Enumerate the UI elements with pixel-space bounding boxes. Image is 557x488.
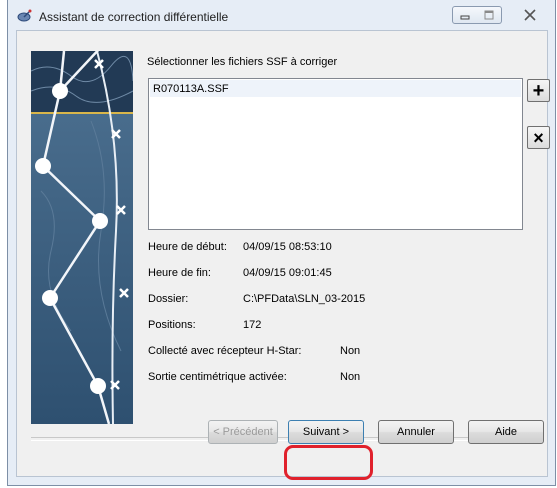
centimeter-output-label: Sortie centimétrique activée: bbox=[148, 371, 287, 383]
minimize-icon bbox=[460, 15, 470, 20]
next-button-highlight bbox=[284, 445, 373, 480]
positions-label: Positions: bbox=[148, 319, 196, 331]
start-time-value: 04/09/15 08:53:10 bbox=[243, 241, 332, 253]
maximize-button[interactable] bbox=[477, 6, 502, 24]
window-title: Assistant de correction différentielle bbox=[39, 10, 229, 24]
next-button[interactable]: Suivant > bbox=[288, 420, 364, 444]
hstar-label: Collecté avec récepteur H-Star: bbox=[148, 345, 302, 357]
hstar-value: Non bbox=[340, 345, 361, 357]
remove-file-button[interactable]: × bbox=[527, 126, 550, 149]
gps-path-illustration bbox=[31, 51, 133, 424]
wizard-body: Sélectionner les fichiers SSF à corriger… bbox=[16, 30, 550, 477]
title-bar[interactable]: Assistant de correction différentielle bbox=[8, 0, 555, 28]
button-separator bbox=[31, 437, 535, 441]
list-item[interactable]: R070113A.SSF bbox=[150, 80, 521, 97]
positions-value: 172 bbox=[243, 319, 262, 331]
cancel-button[interactable]: Annuler bbox=[378, 420, 454, 444]
folder-value: C:\PFData\SLN_03-2015 bbox=[243, 293, 366, 305]
previous-button[interactable]: < Précédent bbox=[208, 420, 278, 444]
start-time-label: Heure de début: bbox=[148, 241, 227, 253]
wizard-window: Assistant de correction différentielle S… bbox=[7, 0, 556, 486]
minimize-button[interactable] bbox=[452, 6, 478, 24]
satellite-dish-icon bbox=[17, 9, 32, 22]
maximize-icon bbox=[484, 10, 494, 20]
folder-label: Dossier: bbox=[148, 293, 189, 305]
add-file-button[interactable]: + bbox=[527, 79, 550, 102]
close-window-button[interactable] bbox=[516, 6, 544, 24]
help-button[interactable]: Aide bbox=[468, 420, 544, 444]
centimeter-output-value: Non bbox=[340, 371, 361, 383]
end-time-value: 04/09/15 09:01:45 bbox=[243, 267, 332, 279]
ssf-file-list[interactable]: R070113A.SSF bbox=[148, 78, 523, 230]
file-select-label: Sélectionner les fichiers SSF à corriger bbox=[147, 56, 338, 68]
close-icon bbox=[524, 9, 536, 21]
end-time-label: Heure de fin: bbox=[148, 267, 211, 279]
